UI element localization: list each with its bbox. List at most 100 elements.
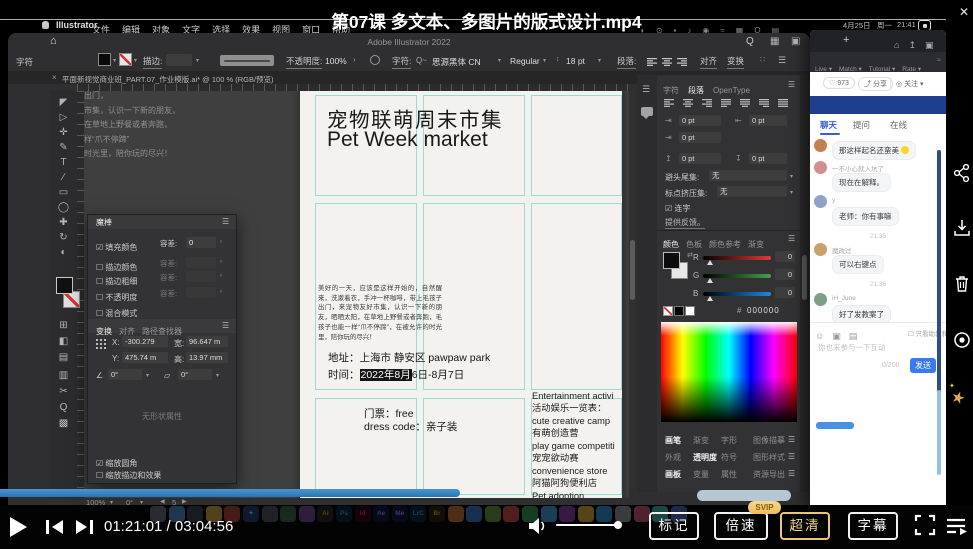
collapsed-panel-tab[interactable]: 画笔 <box>665 435 681 446</box>
apple-menu-icon[interactable] <box>42 21 49 29</box>
tool-icon[interactable]: T <box>50 157 77 169</box>
collapsed-panel-tab[interactable]: 符号 <box>721 452 737 463</box>
color-panel-tab[interactable]: 颜色参考 <box>709 240 741 249</box>
send-button[interactable]: 发送 <box>910 358 936 373</box>
chat-avatar[interactable] <box>814 293 827 306</box>
chat-input-placeholder[interactable]: 你也来参与一下互动 <box>818 342 886 353</box>
stroke-weight-stepper[interactable] <box>166 54 192 66</box>
channel-value-B[interactable]: 0 <box>775 287 795 298</box>
next-button[interactable] <box>76 520 96 534</box>
collapsed-row-menu-icon[interactable]: ☰ <box>788 452 795 461</box>
magic-wand-checkbox[interactable]: ☑ <box>96 243 105 252</box>
channel-value-G[interactable]: 0 <box>775 269 795 280</box>
paragraph-align-ja-button[interactable] <box>777 96 789 114</box>
tool-icon[interactable]: ⊞ <box>50 320 77 332</box>
color-fill-swatch[interactable] <box>663 252 680 269</box>
record-icon[interactable] <box>952 330 972 350</box>
collapsed-panel-tab[interactable]: 画板 <box>665 469 681 480</box>
tolerance-caret-icon[interactable]: › <box>220 239 222 245</box>
follow-button[interactable]: ◎ 关注 ▾ <box>896 79 924 89</box>
magic-wand-tab[interactable]: 魔棒 <box>96 217 112 228</box>
tool-icon[interactable]: ✛ <box>50 127 77 139</box>
tool-icon[interactable]: ∕ <box>50 172 77 184</box>
indent-field[interactable]: 0 pt <box>679 132 721 143</box>
more-options-icon[interactable]: ∷ <box>760 55 765 64</box>
w-field[interactable]: 96.647 m <box>186 336 228 347</box>
stroke-caret-icon[interactable]: ▾ <box>134 57 137 64</box>
tool-icon[interactable]: ▤ <box>50 352 77 364</box>
paragraph-align-jr-button[interactable] <box>758 96 770 114</box>
black-swatch[interactable] <box>674 306 684 316</box>
vscroll-thumb[interactable] <box>630 240 635 300</box>
stroke-label[interactable]: 描边: <box>143 55 162 69</box>
chat-message-list[interactable]: 那这样起名还蛮美一不小心就入坑了现在在解释。y老师：你有事嘛21:35魔改过可以… <box>810 136 946 322</box>
tool-icon[interactable]: ✚ <box>50 217 77 229</box>
color-spectrum[interactable] <box>661 322 797 422</box>
paragraph-align-jl-button[interactable] <box>720 96 732 114</box>
opacity-value[interactable]: 100% <box>325 56 347 66</box>
font-size-caret-icon[interactable]: ▾ <box>598 57 601 64</box>
color-panel-menu-icon[interactable]: ☰ <box>788 234 795 243</box>
tool-icon[interactable]: ◯ <box>50 202 77 214</box>
channel-slider-B[interactable] <box>703 292 771 296</box>
magic-wand-checkbox[interactable]: ☐ <box>96 309 105 318</box>
chat-titlebar-icon[interactable]: ⌂ <box>894 40 899 50</box>
tolerance-caret-icon[interactable]: › <box>220 289 222 295</box>
transform-tab[interactable]: 路径查找器 <box>142 327 182 336</box>
white-swatch[interactable] <box>685 306 695 316</box>
overflow-text-frame[interactable]: 子出门，好市集，认识一下新的朋友，，在草地上野餐或者奔跑，一样“爪不停蹄”的时光… <box>84 91 216 162</box>
paragraph-align-l-button[interactable] <box>663 96 675 114</box>
swap-fill-stroke-icon[interactable]: ⇄ <box>687 251 693 259</box>
collapsed-panel-tab[interactable]: 资源导出 <box>753 469 785 480</box>
home-icon[interactable]: ⌂ <box>50 35 57 47</box>
collapsed-row-menu-icon[interactable]: ☰ <box>788 469 795 478</box>
transform-tab[interactable]: 变换 <box>96 327 112 336</box>
chat-avatar[interactable] <box>814 139 827 152</box>
tool-icon[interactable]: ◧ <box>50 336 77 348</box>
search-icon[interactable]: Q <box>746 36 754 47</box>
artboard-paragraph[interactable]: 美好的一天，应该是这样开始的，自然醒来，洗漱着衣，手冲一杯咖啡，带上毛孩子出门，… <box>318 284 442 342</box>
tolerance-field[interactable] <box>186 287 216 298</box>
channel-value-R[interactable]: 0 <box>775 251 795 262</box>
channel-slider-G[interactable] <box>703 274 771 278</box>
fill-caret-icon[interactable]: ▾ <box>113 57 116 64</box>
fill-color-swatch[interactable] <box>98 53 111 66</box>
tolerance-field[interactable] <box>186 257 216 268</box>
volume-icon[interactable] <box>527 517 549 535</box>
opacity-label[interactable]: 不透明度: <box>286 55 322 69</box>
kinsoku-caret-icon[interactable]: ▾ <box>790 173 793 180</box>
tolerance-field[interactable] <box>186 271 216 282</box>
chat-tab-1[interactable]: 提问 <box>853 119 870 131</box>
type-panel-tab[interactable]: 段落 <box>688 86 704 95</box>
shear-field[interactable]: 0° <box>178 369 212 380</box>
comment-panel-icon[interactable] <box>641 107 653 116</box>
status-artboard-prev-icon[interactable]: ◀ <box>160 498 165 505</box>
mojikumi-caret-icon[interactable]: ▾ <box>790 189 793 196</box>
font-label[interactable]: 字符: <box>392 55 411 69</box>
canvas-vscrollbar[interactable] <box>629 91 636 490</box>
volume-knob[interactable] <box>614 521 622 529</box>
expand-panels-icon[interactable]: ☰ <box>642 84 650 95</box>
volume-slider[interactable] <box>556 524 620 526</box>
chat-tab-0[interactable]: 聊天 <box>820 119 837 131</box>
tolerance-caret-icon[interactable]: › <box>220 259 222 265</box>
transform-link[interactable]: 变换 <box>727 55 744 69</box>
tool-icon[interactable]: ▥ <box>50 370 77 382</box>
layout-grid-icon[interactable]: ▦ <box>770 36 779 47</box>
quality-button[interactable]: 超清 <box>780 512 830 540</box>
tool-icon[interactable]: ▩ <box>50 418 77 430</box>
panel-toggle-icon[interactable]: ▣ <box>791 36 800 47</box>
transform-menu-icon[interactable]: ☰ <box>222 321 229 330</box>
feedback-link[interactable]: 提供反馈。 <box>665 217 705 229</box>
chat-nav-more-icon[interactable]: ≈ <box>937 57 941 64</box>
font-size-stepper-icon[interactable]: ↕ <box>556 56 560 63</box>
download-icon[interactable] <box>952 218 972 238</box>
tool-icon[interactable]: ✎ <box>50 142 77 154</box>
font-style-caret-icon[interactable]: ▾ <box>543 57 546 64</box>
scale-strokes-checkbox[interactable]: ☐ 缩放描边和效果 <box>96 470 161 481</box>
reference-point-icon[interactable] <box>96 339 105 348</box>
playlist-icon[interactable] <box>946 517 968 535</box>
chat-titlebar-icon[interactable]: ↥ <box>908 40 916 50</box>
channel-slider-handle[interactable] <box>707 296 713 301</box>
h-field[interactable]: 13.97 mm <box>186 352 228 363</box>
